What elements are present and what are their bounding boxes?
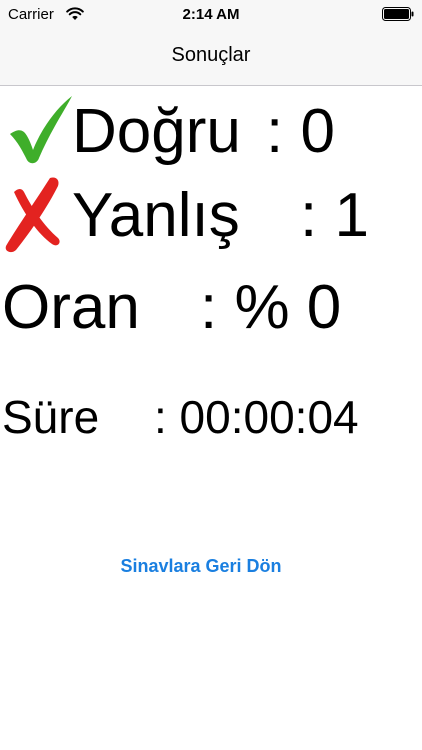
- back-to-exams-button[interactable]: Sinavlara Geri Dön: [0, 556, 402, 577]
- ratio-label: Oran: [2, 273, 140, 342]
- time-value: : 00:00:04: [154, 391, 359, 443]
- cross-mark-icon: [5, 177, 60, 253]
- correct-value: : 0: [266, 97, 335, 166]
- status-bar: Carrier 2:14 AM: [0, 0, 422, 30]
- battery-icon: [382, 7, 414, 21]
- navigation-bar: Sonuçlar: [0, 30, 422, 86]
- page-title: Sonuçlar: [171, 44, 251, 66]
- time-label: Süre: [2, 391, 100, 443]
- correct-label: Doğru: [72, 97, 241, 166]
- status-time: 2:14 AM: [182, 6, 240, 23]
- wrong-value: : 1: [300, 181, 369, 250]
- wrong-label: Yanlış: [72, 181, 240, 250]
- check-mark-icon: [10, 96, 72, 164]
- ratio-value: : % 0: [200, 273, 342, 342]
